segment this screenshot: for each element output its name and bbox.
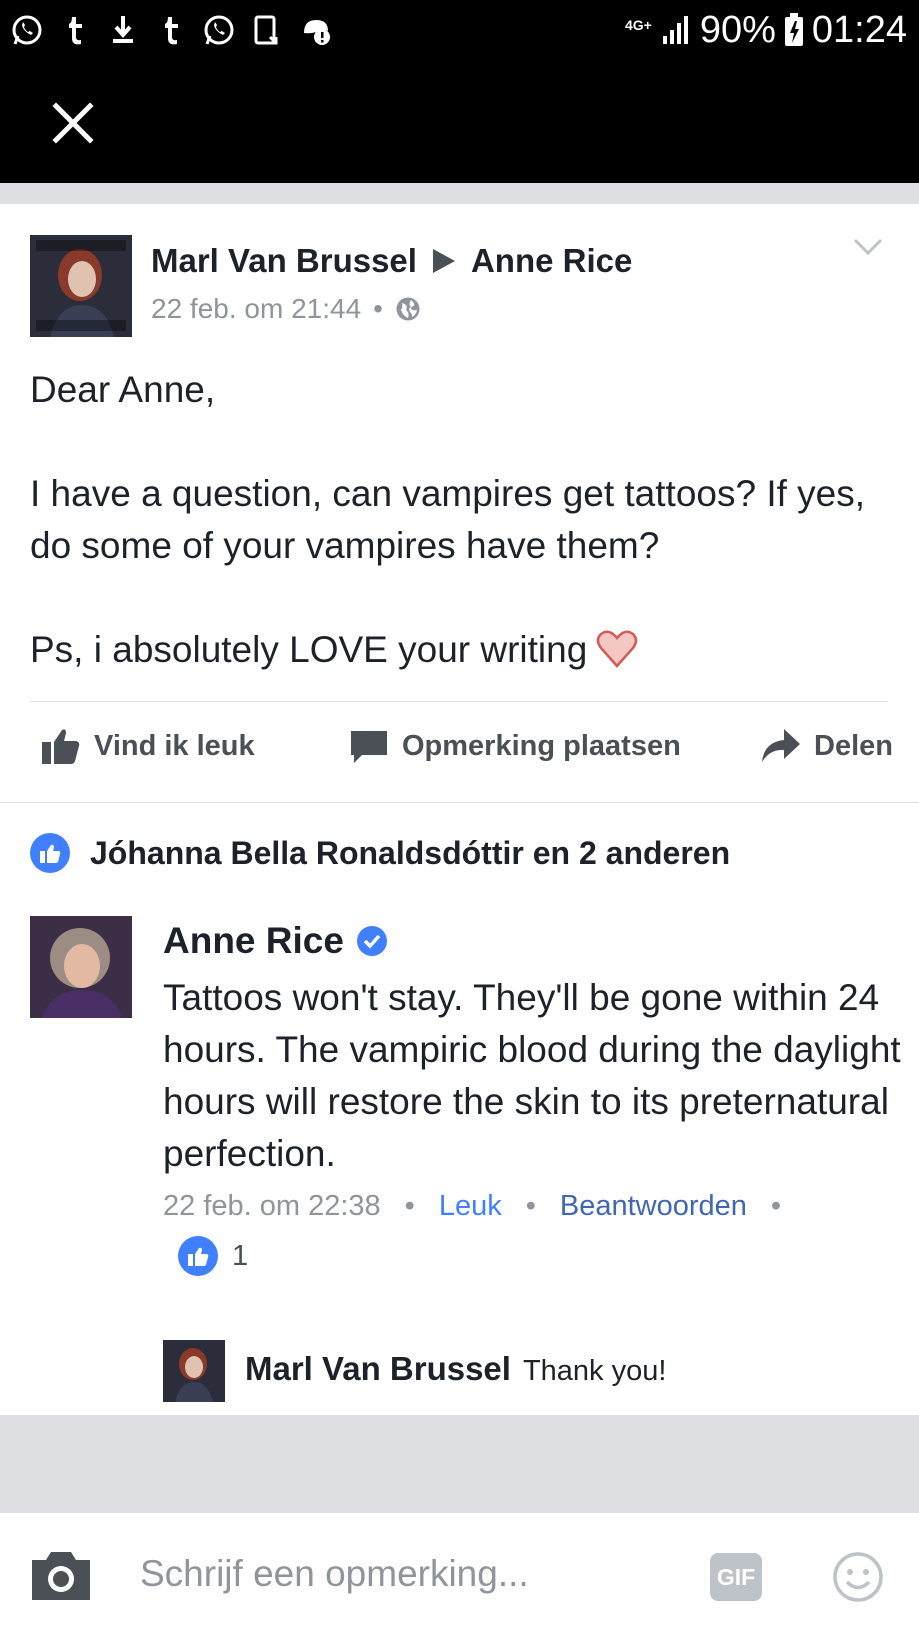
download-icon <box>106 12 140 48</box>
battery-icon <box>784 13 803 46</box>
gif-button[interactable]: GIF <box>710 1553 762 1601</box>
comment-text: Tattoos won't stay. They'll be gone with… <box>163 977 901 1174</box>
post-greeting: Dear Anne, <box>30 369 216 410</box>
signal-icon <box>662 16 688 44</box>
comment-timestamp: 22 feb. om 22:38 <box>163 1190 381 1222</box>
post-actions: Vind ik leuk Opmerking plaatsen Delen <box>0 725 919 779</box>
reply-author-name[interactable]: Marl Van Brussel <box>245 1350 511 1388</box>
recipient-name[interactable]: Anne Rice <box>471 242 632 280</box>
close-icon[interactable] <box>48 98 98 148</box>
thumbs-up-icon <box>42 729 80 764</box>
divider <box>30 701 888 702</box>
meta-separator: • <box>373 293 383 324</box>
meta-separator: • <box>525 1190 536 1222</box>
reply-avatar[interactable] <box>163 1340 225 1402</box>
author-name[interactable]: Marl Van Brussel <box>151 242 417 280</box>
reply-text: Thank you! <box>522 1355 667 1387</box>
comment-input[interactable] <box>140 1543 680 1605</box>
meta-separator: • <box>404 1190 415 1222</box>
share-label: Delen <box>814 729 893 762</box>
divider <box>0 802 919 803</box>
meta-separator: • <box>770 1190 782 1222</box>
whatsapp-icon <box>10 12 44 48</box>
like-count: 1 <box>232 1239 249 1272</box>
tumblr-icon <box>58 12 92 48</box>
post-timestamp[interactable]: 22 feb. om 21:44 <box>151 293 361 325</box>
battery-percent: 90% <box>699 9 776 51</box>
heart-emoji-icon <box>597 630 638 668</box>
status-bar: 4G+ 90% 01:24 <box>0 0 919 66</box>
post-question: I have a question, can vampires get tatt… <box>30 473 866 566</box>
alert-icon <box>298 12 332 48</box>
commenter-name-row: Anne Rice <box>163 920 388 962</box>
screenshot-icon <box>250 12 284 48</box>
post-ps-line: Ps, i absolutely LOVE your writing <box>30 624 890 676</box>
like-reaction-icon <box>178 1236 218 1276</box>
post-header-names: Marl Van Brussel Anne Rice <box>151 242 632 280</box>
author-avatar[interactable] <box>30 235 132 337</box>
comment-button[interactable]: Opmerking plaatsen <box>348 725 681 767</box>
clock: 01:24 <box>811 9 907 51</box>
reply-row: Marl Van Brussel Thank you! <box>245 1350 666 1388</box>
like-reaction-icon <box>30 833 70 873</box>
like-button[interactable]: Vind ik leuk <box>40 725 255 767</box>
comment-icon <box>351 731 387 763</box>
chevron-down-icon[interactable] <box>852 236 884 258</box>
play-arrow-icon <box>432 249 455 273</box>
reactions-summary[interactable]: Jóhanna Bella Ronaldsdóttir en 2 anderen <box>30 833 730 873</box>
top-bar <box>0 66 919 183</box>
notification-icons <box>10 12 332 48</box>
post-ps: Ps, i absolutely LOVE your writing <box>30 629 588 670</box>
like-label: Vind ik leuk <box>94 729 255 762</box>
comment-reply-link[interactable]: Beantwoorden <box>560 1190 747 1223</box>
commenter-avatar[interactable] <box>30 916 132 1018</box>
share-button[interactable]: Delen <box>760 725 893 767</box>
post-meta: 22 feb. om 21:44 • <box>151 293 421 325</box>
comment-meta: 22 feb. om 22:38 • Leuk • Beantwoorden • <box>163 1190 781 1223</box>
reactions-text: Jóhanna Bella Ronaldsdóttir en 2 anderen <box>90 834 731 871</box>
comment-like-count[interactable]: 1 <box>178 1236 248 1276</box>
camera-icon[interactable] <box>28 1548 94 1604</box>
comment-composer: GIF <box>0 1513 919 1635</box>
whatsapp-icon <box>202 12 236 48</box>
comment-like-link[interactable]: Leuk <box>439 1190 502 1223</box>
status-right: 4G+ 90% 01:24 <box>625 8 907 52</box>
separator-strip <box>0 183 919 204</box>
comment-label: Opmerking plaatsen <box>402 729 681 762</box>
globe-icon <box>396 297 420 321</box>
tumblr-icon <box>154 12 188 48</box>
separator-area <box>0 1415 919 1513</box>
emoji-icon[interactable] <box>832 1551 884 1603</box>
network-type: 4G+ <box>624 17 652 33</box>
post-body: Dear Anne, I have a question, can vampir… <box>30 364 890 676</box>
verified-badge-icon <box>356 926 387 956</box>
share-arrow-icon <box>762 729 800 762</box>
commenter-name[interactable]: Anne Rice <box>163 920 344 962</box>
